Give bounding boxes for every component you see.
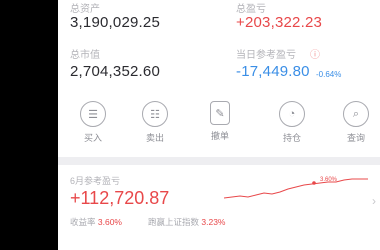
sparkline-line — [224, 178, 368, 199]
position-label: 持仓 — [282, 133, 301, 143]
exceed-index-value: 3.23% — [201, 217, 226, 227]
info-icon[interactable]: ⓘ — [310, 46, 320, 61]
daily-pnl-label: 当日参考盈亏 — [236, 50, 296, 61]
chevron-right-icon[interactable]: › — [372, 194, 376, 208]
daily-pnl-pct: -0.64% — [316, 70, 342, 79]
sell-label: 卖出 — [145, 133, 164, 143]
cancel-order-label: 撤单 — [210, 131, 229, 141]
total-pnl-value: +203,322.23 — [236, 14, 323, 31]
total-pnl-label: 总盈亏 — [236, 4, 266, 15]
sparkline-point-label: 3.60% — [320, 177, 338, 183]
cancel-order-icon: ✎ — [210, 101, 230, 125]
monthly-pnl-value: +112,720.87 — [70, 188, 170, 208]
buy-icon: ☰ — [80, 101, 106, 127]
account-screen: 总资产 3,190,029.25 总盈亏 +203,322.23 总市值 2,7… — [58, 0, 380, 250]
return-rate-label: 收益率 3.60% — [70, 217, 122, 227]
monthly-pnl-label: 6月参考盈亏 — [70, 176, 121, 186]
sell-icon: ☷ — [142, 101, 168, 127]
total-assets-label: 总资产 — [70, 4, 100, 15]
return-rate-value: 3.60% — [97, 217, 122, 227]
position-pie-icon: ◔ — [279, 101, 305, 127]
exceed-index-label: 跑赢上证指数 3.23% — [148, 217, 226, 227]
total-assets-value: 3,190,029.25 — [70, 14, 160, 31]
section-divider — [58, 157, 380, 165]
sell-button[interactable]: ☷ 卖出 — [135, 101, 175, 144]
position-button[interactable]: ◔ 持仓 — [272, 101, 312, 144]
buy-button[interactable]: ☰ 买入 — [73, 101, 113, 144]
market-value-value: 2,704,352.60 — [70, 63, 160, 80]
cancel-order-button[interactable]: ✎ 撤单 — [200, 101, 240, 142]
query-label: 查询 — [346, 133, 365, 143]
sparkline-end-dot — [312, 181, 316, 185]
daily-pnl-value: -17,449.80 — [236, 63, 310, 80]
query-button[interactable]: ⌕ 查询 — [336, 101, 376, 144]
query-icon: ⌕ — [343, 101, 369, 127]
monthly-trend-sparkline: 3.60% — [224, 177, 368, 199]
account-summary-card: 总资产 3,190,029.25 总盈亏 +203,322.23 总市值 2,7… — [58, 0, 380, 157]
buy-label: 买入 — [83, 133, 102, 143]
market-value-label: 总市值 — [70, 50, 100, 61]
